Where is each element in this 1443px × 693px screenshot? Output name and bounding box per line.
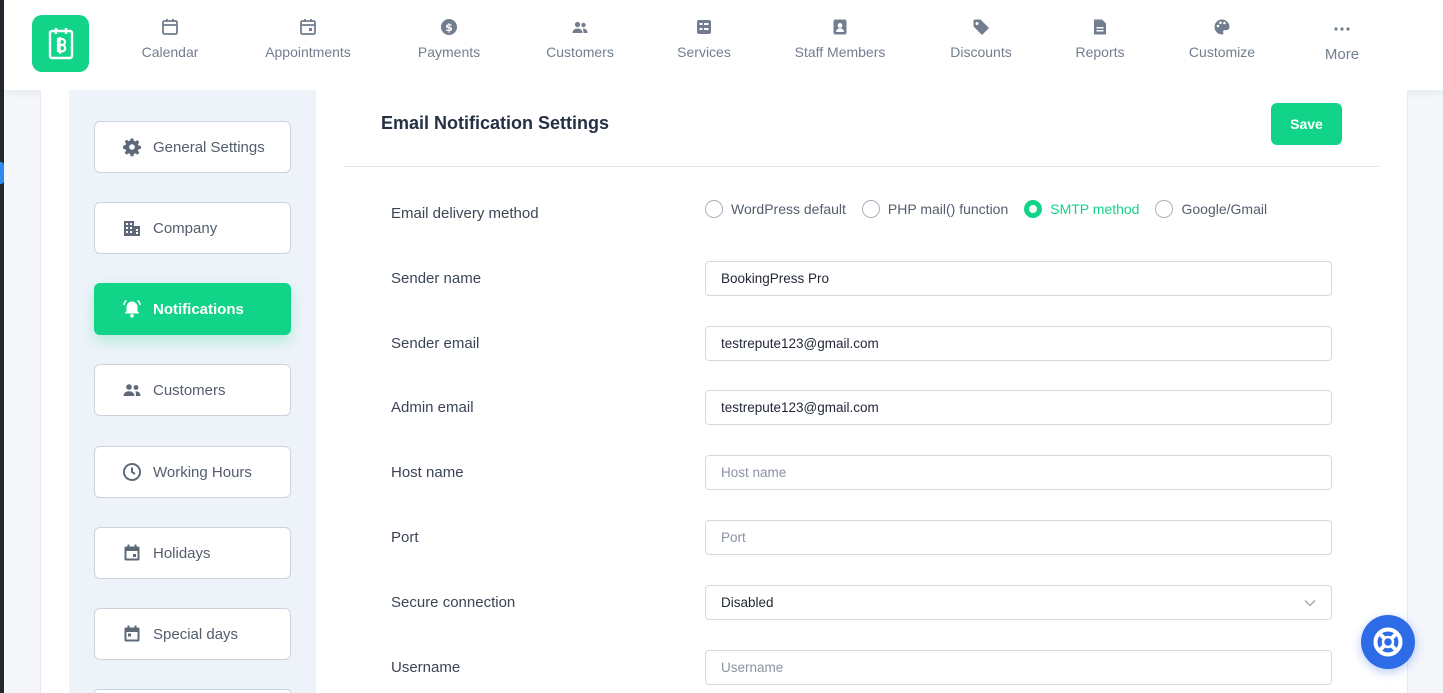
sidebar-item-label: Notifications bbox=[153, 300, 244, 318]
tag-icon bbox=[973, 19, 989, 35]
radio-circle[interactable] bbox=[1155, 200, 1174, 218]
radio-smtp-method[interactable]: SMTP method bbox=[1024, 200, 1139, 218]
nav-label: Reports bbox=[1075, 44, 1125, 60]
secure-connection-label: Secure connection bbox=[391, 594, 516, 611]
palette-icon bbox=[1214, 19, 1230, 35]
clock-icon bbox=[122, 462, 142, 482]
radio-php-mail[interactable]: PHP mail() function bbox=[861, 200, 1009, 218]
people-icon bbox=[122, 380, 142, 400]
sidebar-item-partial[interactable] bbox=[94, 689, 291, 693]
sender-email-label: Sender email bbox=[391, 335, 480, 352]
report-icon bbox=[1094, 19, 1106, 35]
sidebar-item-notifications[interactable]: Notifications bbox=[94, 283, 291, 335]
radio-wordpress-default[interactable]: WordPress default bbox=[705, 200, 846, 218]
sidebar-item-label: Customers bbox=[153, 381, 226, 399]
nav-staff-members[interactable]: Staff Members bbox=[780, 18, 900, 60]
sidebar-item-special-days[interactable]: Special days bbox=[94, 608, 291, 660]
sender-email-input[interactable] bbox=[705, 326, 1332, 361]
lifebuoy-icon bbox=[1373, 627, 1403, 657]
username-input[interactable] bbox=[705, 650, 1332, 685]
bell-icon bbox=[122, 299, 142, 319]
dollar-icon: $ bbox=[441, 19, 457, 35]
radio-google-gmail[interactable]: Google/Gmail bbox=[1155, 200, 1267, 218]
sidebar-item-label: Working Hours bbox=[153, 463, 252, 481]
nav-label: Calendar bbox=[141, 44, 199, 60]
nav-payments[interactable]: $ Payments bbox=[389, 18, 509, 60]
sidebar-item-label: Holidays bbox=[153, 544, 211, 562]
port-input[interactable] bbox=[705, 520, 1332, 555]
bookingpress-logo-icon[interactable] bbox=[32, 15, 89, 72]
sidebar-item-general-settings[interactable]: General Settings bbox=[94, 121, 291, 173]
radio-circle[interactable] bbox=[705, 200, 723, 218]
sender-name-input[interactable] bbox=[705, 261, 1332, 296]
delivery-method-radio-group: WordPress default PHP mail() function SM… bbox=[705, 200, 1283, 218]
people-icon bbox=[572, 21, 588, 33]
nav-services[interactable]: Services bbox=[644, 18, 764, 60]
radio-circle[interactable] bbox=[861, 200, 880, 218]
appointments-icon bbox=[300, 19, 316, 35]
calendar-icon bbox=[122, 624, 142, 644]
calendar-icon bbox=[122, 543, 142, 563]
nav-discounts[interactable]: Discounts bbox=[921, 18, 1041, 60]
username-label: Username bbox=[391, 659, 461, 676]
nav-label: Appointments bbox=[265, 44, 351, 60]
sidebar-item-label: General Settings bbox=[153, 138, 265, 156]
chevron-down-icon bbox=[1304, 599, 1316, 606]
delivery-method-label: Email delivery method bbox=[391, 205, 539, 222]
radio-circle[interactable] bbox=[1024, 200, 1043, 218]
calendar-icon bbox=[162, 19, 178, 35]
nav-label: More bbox=[1324, 46, 1360, 63]
host-name-label: Host name bbox=[391, 464, 464, 481]
edge-indicator bbox=[0, 162, 4, 184]
nav-customize[interactable]: Customize bbox=[1162, 18, 1282, 60]
svg-text:$: $ bbox=[445, 21, 453, 34]
top-navigation: Calendar Appointments $ Payments Custome… bbox=[4, 0, 1443, 90]
radio-label: PHP mail() function bbox=[887, 201, 1009, 217]
sidebar-item-holidays[interactable]: Holidays bbox=[94, 527, 291, 579]
radio-label: Google/Gmail bbox=[1181, 201, 1268, 217]
save-button[interactable]: Save bbox=[1271, 103, 1342, 145]
nav-customers[interactable]: Customers bbox=[520, 18, 640, 60]
gear-icon bbox=[122, 137, 142, 157]
nav-calendar[interactable]: Calendar bbox=[110, 18, 230, 60]
admin-sidebar-edge bbox=[0, 0, 4, 693]
nav-reports[interactable]: Reports bbox=[1040, 18, 1160, 60]
admin-email-input[interactable] bbox=[705, 390, 1332, 425]
sender-name-label: Sender name bbox=[391, 270, 482, 287]
building-icon bbox=[122, 218, 142, 238]
page-title: Email Notification Settings bbox=[381, 113, 610, 133]
sidebar-item-label: Special days bbox=[153, 625, 239, 643]
sidebar-item-customers[interactable]: Customers bbox=[94, 364, 291, 416]
host-name-input[interactable] bbox=[705, 455, 1332, 490]
nav-label: Services bbox=[677, 44, 731, 60]
admin-email-label: Admin email bbox=[391, 399, 474, 416]
sidebar-item-company[interactable]: Company bbox=[94, 202, 291, 254]
select-value: Disabled bbox=[721, 595, 774, 610]
divider bbox=[344, 166, 1379, 167]
radio-label: SMTP method bbox=[1050, 201, 1140, 217]
nav-label: Discounts bbox=[950, 44, 1012, 60]
more-dots-icon bbox=[1334, 27, 1350, 31]
port-label: Port bbox=[391, 529, 419, 546]
nav-label: Customers bbox=[546, 44, 614, 60]
nav-label: Customize bbox=[1188, 44, 1256, 60]
nav-label: Staff Members bbox=[794, 44, 886, 60]
nav-label: Payments bbox=[417, 44, 481, 60]
sidebar-item-label: Company bbox=[153, 219, 218, 237]
nav-appointments[interactable]: Appointments bbox=[248, 18, 368, 60]
radio-label: WordPress default bbox=[731, 201, 846, 217]
nav-more[interactable]: More bbox=[1282, 20, 1402, 63]
secure-connection-select[interactable]: Disabled bbox=[705, 585, 1332, 620]
staff-badge-icon bbox=[833, 19, 847, 35]
sidebar-item-working-hours[interactable]: Working Hours bbox=[94, 446, 291, 498]
help-button[interactable] bbox=[1361, 615, 1415, 669]
services-icon bbox=[697, 20, 711, 34]
